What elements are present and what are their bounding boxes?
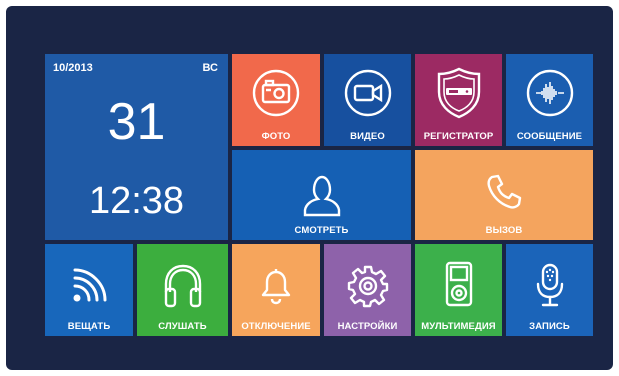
broadcast-tile[interactable]: ВЕЩАТЬ (45, 244, 133, 336)
phone-icon (484, 172, 524, 212)
record-tile[interactable]: ЗАПИСЬ (506, 244, 593, 336)
headphones-icon (161, 262, 205, 310)
video-label: ВИДЕО (350, 131, 385, 142)
multimedia-label: МУЛЬТИМЕДИЯ (421, 321, 496, 332)
listen-tile[interactable]: СЛУШАТЬ (137, 244, 228, 336)
watch-label: СМОТРЕТЬ (294, 225, 349, 236)
call-tile[interactable]: ВЫЗОВ (415, 150, 593, 240)
listen-label: СЛУШАТЬ (158, 321, 207, 332)
date-label: 10/2013 (53, 62, 93, 74)
person-icon (302, 174, 342, 218)
camera-icon (251, 68, 301, 118)
media-player-icon (443, 260, 475, 308)
broadcast-label: ВЕЩАТЬ (67, 321, 111, 332)
settings-label: НАСТРОЙКИ (337, 321, 398, 332)
call-label: ВЫЗОВ (485, 225, 523, 236)
mute-label: ОТКЛЮЧЕНИЕ (241, 321, 311, 332)
video-camera-icon (343, 68, 393, 118)
recorder-label: РЕГИСТРАТОР (423, 131, 494, 142)
home-screen: 10/2013 ВС 31 12:38 ФОТО ВИДЕО РЕГИСТРАТ… (6, 6, 613, 370)
settings-tile[interactable]: НАСТРОЙКИ (324, 244, 411, 336)
mute-tile[interactable]: ОТКЛЮЧЕНИЕ (232, 244, 320, 336)
gear-icon (346, 264, 390, 308)
day-number: 31 (107, 93, 166, 151)
photo-label: ФОТО (261, 131, 291, 142)
voice-message-icon (525, 68, 575, 118)
time-display: 12:38 (88, 180, 185, 222)
watch-tile[interactable]: СМОТРЕТЬ (232, 150, 411, 240)
video-tile[interactable]: ВИДЕО (324, 54, 411, 146)
photo-tile[interactable]: ФОТО (232, 54, 320, 146)
recorder-tile[interactable]: РЕГИСТРАТОР (415, 54, 502, 146)
weekday-label: ВС (202, 62, 218, 74)
broadcast-icon (69, 266, 109, 306)
message-label: СООБЩЕНИЕ (516, 131, 583, 142)
bell-icon (258, 266, 294, 306)
multimedia-tile[interactable]: МУЛЬТИМЕДИЯ (415, 244, 502, 336)
clock-tile: 10/2013 ВС 31 12:38 (45, 54, 228, 240)
message-tile[interactable]: СООБЩЕНИЕ (506, 54, 593, 146)
shield-recorder-icon (434, 66, 484, 120)
microphone-icon (532, 262, 568, 310)
record-label: ЗАПИСЬ (529, 321, 570, 332)
